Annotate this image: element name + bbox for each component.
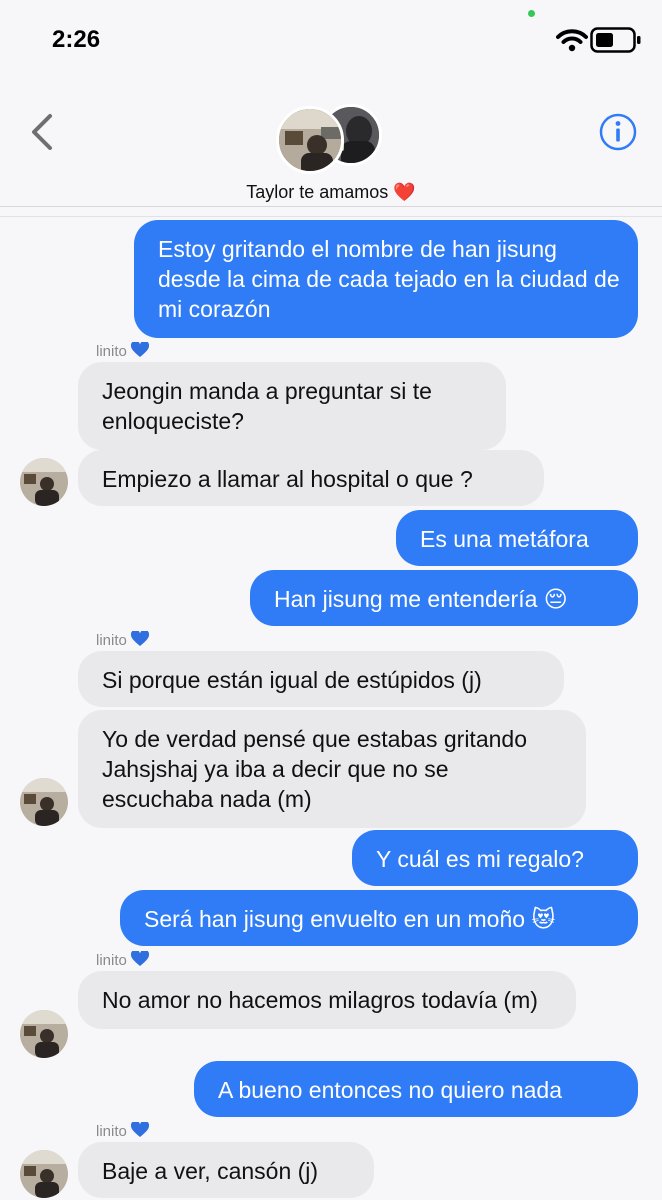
sender-name-text: linito	[96, 952, 127, 969]
contact-name[interactable]: Taylor te amamos ❤️	[0, 182, 662, 203]
outgoing-message[interactable]: A bueno entonces no quiero nada	[194, 1061, 638, 1117]
sender-name-text: linito	[96, 343, 127, 360]
sender-name: linito	[96, 342, 149, 360]
blue-heart-icon	[130, 1122, 149, 1137]
header-divider	[0, 216, 662, 217]
sender-name: linito	[96, 631, 149, 649]
blue-heart-icon	[130, 631, 149, 646]
incoming-message[interactable]: Jeongin manda a preguntar si te enloquec…	[78, 362, 506, 450]
outgoing-message[interactable]: Y cuál es mi regalo?	[352, 830, 638, 886]
group-avatar[interactable]	[276, 104, 386, 174]
sender-name-text: linito	[96, 1123, 127, 1140]
incoming-message[interactable]: Si porque están igual de estúpidos (j)	[78, 651, 564, 707]
sender-avatar[interactable]	[20, 778, 68, 826]
sender-avatar[interactable]	[20, 1010, 68, 1058]
sender-avatar[interactable]	[20, 1150, 68, 1198]
outgoing-message[interactable]: Será han jisung envuelto en un moño 😻	[120, 890, 638, 946]
incoming-message[interactable]: Empiezo a llamar al hospital o que ?	[78, 450, 544, 506]
sender-avatar[interactable]	[20, 458, 68, 506]
blue-heart-icon	[130, 342, 149, 357]
sender-name: linito	[96, 951, 149, 969]
incoming-message[interactable]: Yo de verdad pensé que estabas gritando …	[78, 710, 586, 828]
outgoing-message[interactable]: Estoy gritando el nombre de han jisung d…	[134, 220, 638, 338]
blue-heart-icon	[130, 951, 149, 966]
avatar	[276, 106, 344, 174]
battery-icon	[590, 27, 641, 53]
outgoing-message[interactable]: Han jisung me entendería 😔	[250, 570, 638, 626]
contact-name-text: Taylor te amamos	[246, 182, 389, 202]
sender-name-text: linito	[96, 632, 127, 649]
sender-name: linito	[96, 1122, 149, 1140]
outgoing-message[interactable]: Es una metáfora	[396, 510, 638, 566]
status-time: 2:26	[52, 26, 101, 53]
header-divider	[0, 206, 662, 207]
info-icon[interactable]	[598, 112, 638, 152]
back-chevron-icon[interactable]	[28, 112, 56, 152]
wifi-icon	[556, 29, 588, 52]
incoming-message[interactable]: Baje a ver, cansón (j)	[78, 1142, 374, 1198]
incoming-message[interactable]: No amor no hacemos milagros todavía (m)	[78, 971, 576, 1029]
status-bar: 2:26	[0, 0, 662, 80]
red-heart-icon: ❤️	[393, 182, 416, 202]
camera-indicator-dot	[528, 10, 535, 17]
